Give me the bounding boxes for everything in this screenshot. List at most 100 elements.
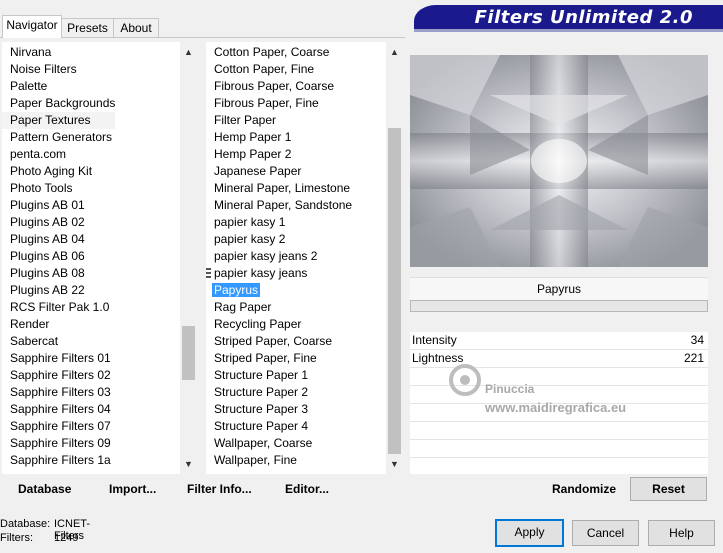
filter-item[interactable]: papier kasy 1 xyxy=(206,214,352,231)
filter-scrollbar[interactable]: ▲ ▼ xyxy=(386,42,403,474)
randomize-button[interactable]: Randomize xyxy=(552,480,616,498)
preview-graphic xyxy=(410,55,708,267)
banner: Filters Unlimited 2.0 xyxy=(414,5,723,29)
filter-item-label: Filter Paper xyxy=(214,113,277,127)
category-item[interactable]: Sapphire Filters 07 xyxy=(2,418,115,435)
category-item[interactable]: Plugins AB 01 xyxy=(2,197,115,214)
tab-presets[interactable]: Presets xyxy=(61,18,114,37)
scroll-up-icon[interactable]: ▲ xyxy=(386,44,403,61)
import-button[interactable]: Import... xyxy=(109,480,156,498)
filter-item[interactable]: Striped Paper, Coarse xyxy=(206,333,352,350)
category-scrollbar[interactable]: ▲ ▼ xyxy=(180,42,197,474)
param-label: Intensity xyxy=(412,333,457,347)
filter-list[interactable]: Cotton Paper, Coarse Cotton Paper, Fine Fi… xyxy=(206,42,386,474)
category-item[interactable]: Sapphire Filters 01 xyxy=(2,350,115,367)
filter-item[interactable]: Hemp Paper 1 xyxy=(206,129,352,146)
filter-item-label: Structure Paper 1 xyxy=(214,368,309,382)
filter-item-label: Fibrous Paper, Fine xyxy=(214,96,319,110)
filter-item-label: Hemp Paper 2 xyxy=(214,147,292,161)
category-item[interactable]: Plugins AB 04 xyxy=(2,231,115,248)
category-item[interactable]: Plugins AB 06 xyxy=(2,248,115,265)
help-button[interactable]: Help xyxy=(648,520,715,546)
filter-item[interactable]: Cotton Paper, Fine xyxy=(206,61,352,78)
param-empty xyxy=(410,422,708,440)
status-database-label: Database: xyxy=(0,518,51,530)
category-item[interactable]: penta.com xyxy=(2,146,115,163)
tab-navigator[interactable]: Navigator xyxy=(2,15,62,38)
filter-item[interactable]: Rag Paper xyxy=(206,299,352,316)
category-item[interactable]: Sapphire Filters 09 xyxy=(2,435,115,452)
filter-item[interactable]: Mineral Paper, Limestone xyxy=(206,180,352,197)
category-item[interactable]: Plugins AB 02 xyxy=(2,214,115,231)
param-intensity[interactable]: Intensity 34 xyxy=(410,332,708,350)
category-item[interactable]: Photo Tools xyxy=(2,180,115,197)
filter-item[interactable]: Hemp Paper 2 xyxy=(206,146,352,163)
filter-item[interactable]: Striped Paper, Fine xyxy=(206,350,352,367)
category-item[interactable]: RCS Filter Pak 1.0 xyxy=(2,299,115,316)
cancel-button[interactable]: Cancel xyxy=(572,520,639,546)
category-item[interactable]: Nirvana xyxy=(2,44,115,61)
filter-item[interactable]: Mineral Paper, Sandstone xyxy=(206,197,352,214)
scroll-thumb[interactable] xyxy=(182,326,195,380)
category-item[interactable]: Palette xyxy=(2,78,115,95)
filter-item[interactable]: Filter Paper xyxy=(206,112,352,129)
filter-item-label: Structure Paper 3 xyxy=(214,402,309,416)
editor-button[interactable]: Editor... xyxy=(285,480,329,498)
filter-item[interactable]: papier kasy jeans xyxy=(206,265,352,282)
category-item[interactable]: Plugins AB 08 xyxy=(2,265,115,282)
banner-title: Filters Unlimited 2.0 xyxy=(474,7,693,28)
filter-item[interactable]: Japanese Paper xyxy=(206,163,352,180)
scroll-up-icon[interactable]: ▲ xyxy=(180,44,197,61)
filter-item[interactable]: Papyrus xyxy=(206,282,352,299)
filter-item[interactable]: Structure Paper 1 xyxy=(206,367,352,384)
scroll-down-icon[interactable]: ▼ xyxy=(386,456,403,473)
scroll-thumb[interactable] xyxy=(388,128,401,454)
category-item[interactable]: Plugins AB 22 xyxy=(2,282,115,299)
category-item[interactable]: Sapphire Filters 02 xyxy=(2,367,115,384)
filter-item[interactable]: Structure Paper 2 xyxy=(206,384,352,401)
category-list[interactable]: Nirvana Noise Filters Palette Paper Backgro… xyxy=(2,42,180,474)
filter-item-label: Rag Paper xyxy=(214,300,272,314)
category-item[interactable]: Sapphire Filters 03 xyxy=(2,384,115,401)
filter-item-label: Striped Paper, Coarse xyxy=(214,334,333,348)
preview-image xyxy=(410,55,708,267)
filter-item-label: Wallpaper, Coarse xyxy=(214,436,313,450)
category-item[interactable]: Noise Filters xyxy=(2,61,115,78)
category-item[interactable]: Pattern Generators xyxy=(2,129,115,146)
status-filters: Filters: 1249 xyxy=(0,532,78,544)
filter-item[interactable]: Wallpaper, Fine xyxy=(206,452,352,469)
filter-info-button[interactable]: Filter Info... xyxy=(187,480,252,498)
filter-item-label: Striped Paper, Fine xyxy=(214,351,317,365)
filter-item[interactable]: Recycling Paper xyxy=(206,316,352,333)
category-item[interactable]: Render xyxy=(2,316,115,333)
filter-item[interactable]: Fibrous Paper, Coarse xyxy=(206,78,352,95)
filter-item[interactable]: Fibrous Paper, Fine xyxy=(206,95,352,112)
scroll-down-icon[interactable]: ▼ xyxy=(180,456,197,473)
preview-slider-track[interactable] xyxy=(410,300,708,312)
category-item[interactable]: Paper Textures xyxy=(2,112,116,129)
tab-about[interactable]: About xyxy=(113,18,159,37)
category-item[interactable]: Sapphire Filters 1a xyxy=(2,452,115,469)
database-button[interactable]: Database xyxy=(18,480,71,498)
filter-item-label: Structure Paper 4 xyxy=(214,419,309,433)
filter-item[interactable]: papier kasy 2 xyxy=(206,231,352,248)
filter-item[interactable]: papier kasy jeans 2 xyxy=(206,248,352,265)
filter-item[interactable]: Structure Paper 3 xyxy=(206,401,352,418)
watermark-url: www.maidiregrafica.eu xyxy=(485,400,627,415)
param-value: 221 xyxy=(683,351,704,365)
reset-button[interactable]: Reset xyxy=(630,477,707,501)
param-empty xyxy=(410,440,708,458)
filter-item[interactable]: Wallpaper, Coarse xyxy=(206,435,352,452)
category-item[interactable]: Photo Aging Kit xyxy=(2,163,115,180)
category-items: Nirvana Noise Filters Palette Paper Backgro… xyxy=(2,44,116,469)
category-item[interactable]: Paper Backgrounds xyxy=(2,95,115,112)
category-item[interactable]: Sabercat xyxy=(2,333,115,350)
filter-item[interactable]: Structure Paper 4 xyxy=(206,418,352,435)
filter-item-label: Japanese Paper xyxy=(214,164,302,178)
filter-item-label: Papyrus xyxy=(212,283,261,297)
status-database: Database: ICNET-Filters xyxy=(0,518,90,542)
apply-button[interactable]: Apply xyxy=(495,519,564,547)
filter-item[interactable]: Cotton Paper, Coarse xyxy=(206,44,352,61)
category-item[interactable]: Sapphire Filters 04 xyxy=(2,401,115,418)
filter-item-label: papier kasy jeans xyxy=(214,266,308,280)
